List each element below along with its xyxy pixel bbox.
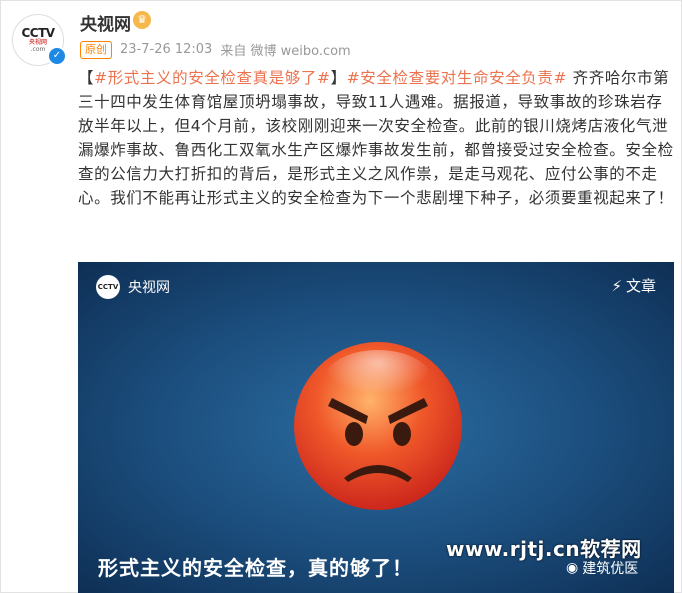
avatar-logo-sub: 央视网 (28, 39, 47, 46)
verified-icon: ✓ (47, 46, 67, 66)
wechat-icon: ◉ (566, 560, 579, 576)
bracket-close: 】 (330, 69, 347, 87)
author-name[interactable]: 央视网 (80, 10, 131, 35)
watermark-brand-label: 建筑优医 (582, 561, 639, 577)
card-type: ⚡ 文章 (611, 275, 656, 296)
topic-link-1[interactable]: #形式主义的安全检查真是够了# (94, 69, 330, 87)
avatar-logo-com: .com (30, 46, 46, 53)
card-type-label: 文章 (625, 277, 656, 295)
post-meta: 原创 23-7-26 12:03 来自 微博 weibo.com (80, 40, 351, 59)
original-badge: 原创 (80, 40, 112, 59)
card-title: 形式主义的安全检查，真的够了！ (98, 556, 413, 580)
member-crown-icon[interactable]: ♛ (133, 11, 151, 29)
topic-link-2[interactable]: #安全检查要对生命安全负责# (347, 69, 567, 87)
article-card[interactable]: CCTV 央视网 ⚡ 文章 www.rjtj.cn软荐网 形式主义的安全检查，真… (78, 262, 674, 593)
angry-face-icon (294, 342, 462, 510)
post-body: 齐齐哈尔市第三十四中发生体育馆屋顶坍塌事故，导致11人遇难。据报道，导致事故的珍… (78, 69, 674, 207)
post-text: 【#形式主义的安全检查真是够了#】#安全检查要对生命安全负责# 齐齐哈尔市第三十… (78, 66, 674, 210)
card-account-name: 央视网 (128, 280, 170, 296)
watermark-brand: ◉ 建筑优医 (566, 558, 638, 578)
bracket-open: 【 (78, 69, 95, 87)
lightning-icon: ⚡ (611, 276, 622, 295)
avatar-logo-text: CCTV (21, 26, 55, 40)
card-avatar: CCTV (96, 275, 120, 299)
post-source: 来自 微博 weibo.com (220, 44, 351, 59)
post-time[interactable]: 23-7-26 12:03 (120, 42, 212, 57)
